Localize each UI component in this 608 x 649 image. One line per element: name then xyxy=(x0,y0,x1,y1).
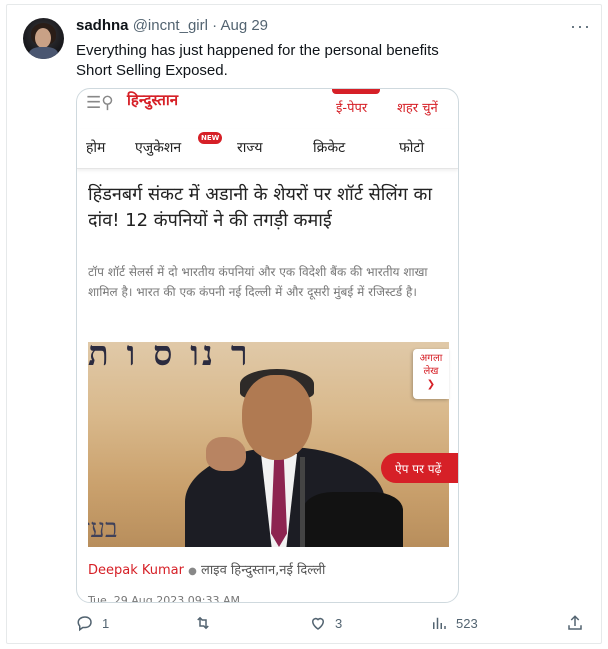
byline-author: Deepak Kumar xyxy=(88,563,184,578)
city-select: शहर चुनें xyxy=(397,101,438,116)
tweet-text: Everything has just happened for the per… xyxy=(76,42,439,79)
avatar[interactable] xyxy=(23,18,64,59)
article-screenshot[interactable]: ☰⚲ हिन्दुस्तान ई-पेपर शहर चुनें होम एजुक… xyxy=(76,88,459,603)
bar-chart-icon xyxy=(433,617,446,629)
nav-item-photo: फोटो xyxy=(399,140,425,156)
more-horizontal-icon[interactable]: ··· xyxy=(570,16,591,37)
article-topbar: ☰⚲ हिन्दुस्तान ई-पेपर शहर चुनें xyxy=(77,89,458,123)
article-headline: हिंडनबर्ग संकट में अडानी के शेयरों पर शॉ… xyxy=(88,184,433,231)
nav-item-education: एजुकेशन xyxy=(135,140,182,156)
like-count: 3 xyxy=(335,615,343,631)
retweet-button[interactable] xyxy=(194,614,220,632)
nav-item-cricket: क्रिकेट xyxy=(313,140,346,156)
views-button[interactable]: 523 xyxy=(430,614,478,632)
chevron-down-icon: ❯ xyxy=(426,379,436,390)
brand-logo: हिन्दुस्तान xyxy=(127,91,179,109)
next-article-button: अगला लेख ❯ xyxy=(413,349,449,399)
retweet-icon xyxy=(197,616,209,630)
share-icon xyxy=(568,615,582,630)
view-count: 523 xyxy=(456,615,478,631)
new-badge: NEW xyxy=(198,132,223,144)
read-in-app-button: ऐप पर पढ़ें xyxy=(381,453,458,483)
article-timestamp: Tue, 29 Aug 2023 09:33 AM xyxy=(88,594,240,603)
tweet-header: sadhna @incnt_girl · Aug 29 xyxy=(76,17,268,34)
article-nav: होम एजुकेशन NEW राज्य क्रिकेट फोटो xyxy=(77,129,458,169)
reply-count: 1 xyxy=(102,615,110,631)
reply-icon xyxy=(77,616,92,632)
reply-button[interactable]: 1 xyxy=(76,614,109,632)
nav-item-state: राज्य xyxy=(237,140,263,156)
menu-search-icon: ☰⚲ xyxy=(86,93,114,112)
author-handle[interactable]: @incnt_girl xyxy=(133,17,208,34)
author-name[interactable]: sadhna xyxy=(76,17,129,34)
article-summary: टॉप शॉर्ट सेलर्स में दो भारतीय कंपनियां … xyxy=(88,265,428,299)
like-button[interactable]: 3 xyxy=(309,614,342,632)
article-photo: ר נו ס ו ת בעז xyxy=(88,342,449,547)
tweet-actions: 1 3 523 xyxy=(76,614,596,636)
epaper-tab xyxy=(332,89,380,94)
byline-source: लाइव हिन्दुस्तान,नई दिल्ली xyxy=(201,563,326,578)
tweet-date[interactable]: Aug 29 xyxy=(220,17,268,34)
epaper-link: ई-पेपर xyxy=(336,101,368,116)
heart-icon xyxy=(311,617,325,630)
article-byline: Deepak Kumar ● लाइव हिन्दुस्तान,नई दिल्ल… xyxy=(88,563,326,578)
separator: · xyxy=(212,17,218,34)
share-button[interactable] xyxy=(566,614,584,632)
nav-item-home: होम xyxy=(86,140,106,156)
